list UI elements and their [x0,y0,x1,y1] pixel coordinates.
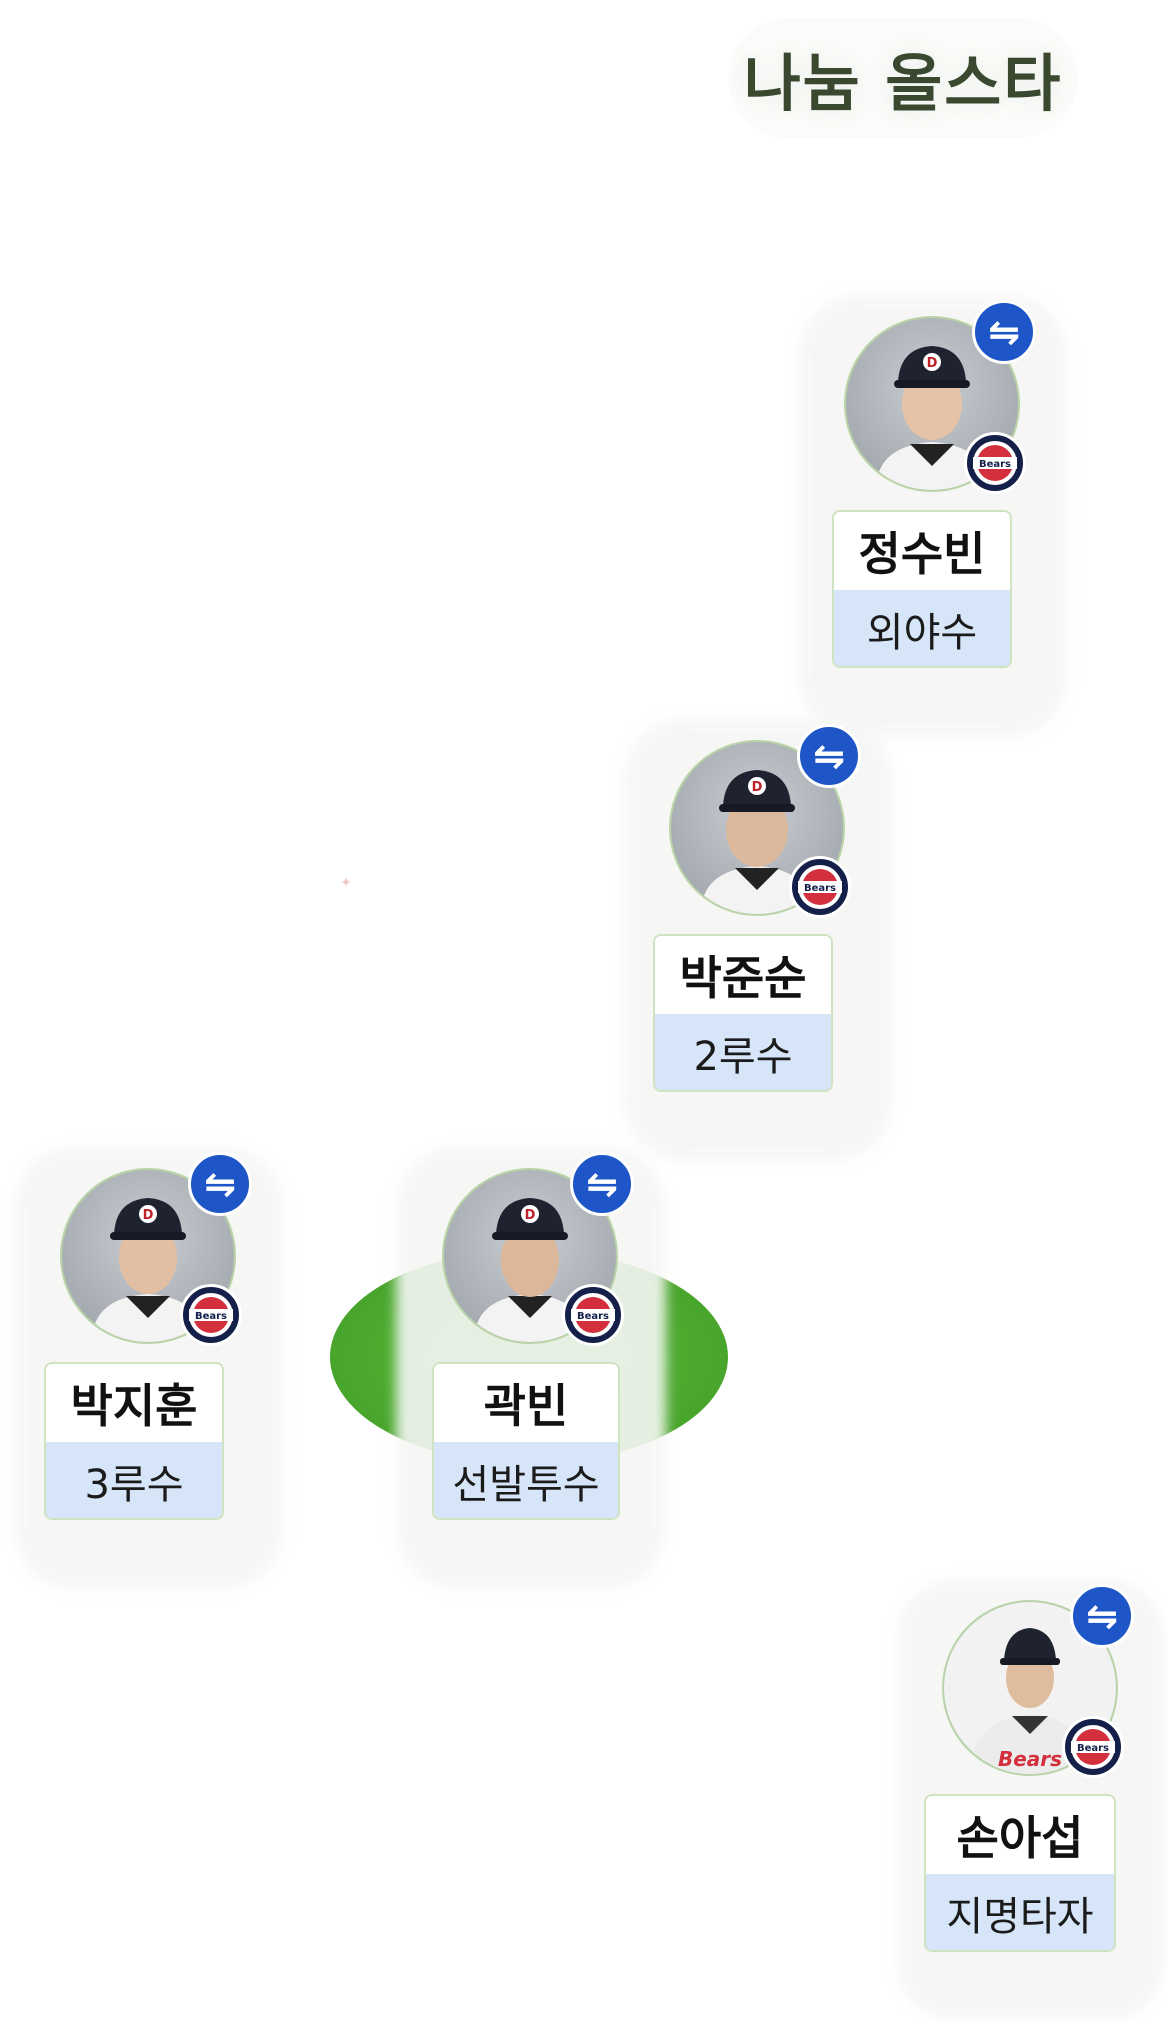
svg-text:Bears: Bears [195,1311,227,1322]
player-slot-third-base[interactable]: D ⇋ Bears 박지훈 3루수 [14,1146,284,1590]
player-name: 곽빈 [434,1364,618,1442]
bears-logo-icon: Bears [789,856,851,918]
bears-logo-icon: Bears [180,1284,242,1346]
player-position: 3루수 [46,1442,222,1518]
lineup-field: 나눔 올스타 ✦ D ⇋ Bears 정수빈 외야수 D ⇋ Bears 박준순… [0,0,1167,2022]
swap-arrows-icon[interactable]: ⇋ [188,1152,252,1216]
svg-text:Bears: Bears [998,1747,1062,1771]
player-position: 지명타자 [926,1874,1114,1950]
swap-arrows-icon[interactable]: ⇋ [570,1152,634,1216]
svg-text:D: D [143,1208,154,1223]
svg-text:Bears: Bears [1077,1743,1109,1754]
svg-text:D: D [752,780,763,795]
swap-arrows-icon[interactable]: ⇋ [797,724,861,788]
bears-logo-icon: Bears [1062,1716,1124,1778]
svg-text:D: D [525,1208,536,1223]
player-name: 박준순 [655,936,831,1014]
player-slot-starting-pitcher[interactable]: D ⇋ Bears 곽빈 선발투수 [396,1146,666,1590]
bears-logo-icon: Bears [562,1284,624,1346]
faint-watermark: ✦ [340,875,352,891]
swap-arrows-icon[interactable]: ⇋ [972,300,1036,364]
player-position: 선발투수 [434,1442,618,1518]
player-position: 2루수 [655,1014,831,1090]
svg-text:Bears: Bears [979,459,1011,470]
bears-logo-icon: Bears [964,432,1026,494]
player-position: 외야수 [834,590,1010,666]
svg-text:D: D [927,356,938,371]
player-card[interactable]: 곽빈 선발투수 [432,1362,620,1520]
player-name: 손아섭 [926,1796,1114,1874]
player-slot-outfield[interactable]: D ⇋ Bears 정수빈 외야수 [798,294,1068,738]
player-card[interactable]: 정수빈 외야수 [832,510,1012,668]
player-card[interactable]: 박준순 2루수 [653,934,833,1092]
player-name: 정수빈 [834,512,1010,590]
player-card[interactable]: 손아섭 지명타자 [924,1794,1116,1952]
svg-text:Bears: Bears [577,1311,609,1322]
player-name: 박지훈 [46,1364,222,1442]
svg-text:Bears: Bears [804,883,836,894]
player-card[interactable]: 박지훈 3루수 [44,1362,224,1520]
player-slot-second-base[interactable]: D ⇋ Bears 박준순 2루수 [623,718,893,1162]
player-slot-designated-hitter[interactable]: Bears ⇋ Bears 손아섭 지명타자 [896,1578,1166,2022]
swap-arrows-icon[interactable]: ⇋ [1070,1584,1134,1648]
league-title: 나눔 올스타 [728,18,1078,138]
